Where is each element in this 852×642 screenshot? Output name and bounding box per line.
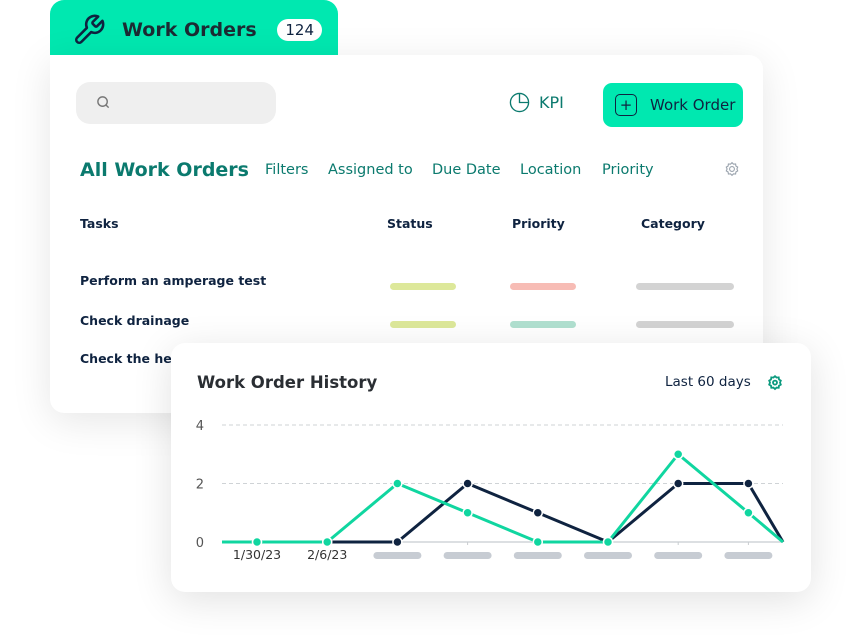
filter-filters[interactable]: Filters [265, 162, 308, 178]
x-tick-placeholder [373, 552, 422, 559]
data-point-navy [743, 478, 754, 489]
x-tick-label: 1/30/23 [233, 547, 281, 562]
filter-priority[interactable]: Priority [602, 162, 654, 178]
plus-icon: + [615, 94, 637, 116]
task-name: Check the hea [80, 351, 181, 366]
section-title: All Work Orders [80, 159, 249, 181]
series-line-navy [222, 482, 785, 544]
data-point-green [251, 536, 263, 548]
x-tick-placeholder [584, 552, 632, 559]
data-point-green [321, 536, 333, 548]
filter-location[interactable]: Location [520, 162, 581, 178]
category-placeholder [636, 283, 734, 290]
search-icon [97, 96, 110, 109]
kpi-button[interactable]: KPI [509, 92, 564, 113]
y-tick-label: 4 [196, 419, 204, 434]
data-point-green [392, 478, 403, 489]
data-point-green [532, 536, 544, 548]
data-point-navy [462, 478, 473, 489]
category-placeholder [636, 321, 734, 328]
x-tick-placeholder [513, 552, 562, 559]
filter-assigned-to[interactable]: Assigned to [328, 162, 413, 178]
work-orders-tab[interactable]: Work Orders 124 [50, 0, 338, 60]
column-header-category[interactable]: Category [641, 216, 705, 231]
add-work-order-button[interactable]: + Work Order [603, 83, 743, 127]
y-tick-label: 0 [196, 536, 204, 551]
x-tick-placeholder [654, 552, 703, 559]
status-placeholder [390, 283, 456, 290]
column-header-tasks[interactable]: Tasks [80, 216, 119, 231]
data-point-green [462, 507, 473, 518]
column-header-status[interactable]: Status [387, 216, 433, 231]
task-name: Perform an amperage test [80, 273, 267, 288]
status-placeholder [390, 321, 456, 328]
x-tick-placeholder [443, 552, 492, 559]
add-work-order-label: Work Order [650, 96, 736, 114]
data-point-green [672, 449, 684, 460]
data-point-navy [392, 536, 403, 548]
x-tick-placeholder [724, 552, 773, 559]
line-chart: 0 2 4 1/30/23 2/6/23 [196, 419, 785, 562]
wrench-icon [75, 14, 105, 44]
work-order-history-card: Work Order History Last 60 days 0 2 4 1/30/… [171, 343, 811, 592]
pie-chart-icon [509, 92, 530, 113]
kpi-label: KPI [539, 93, 564, 112]
data-point-green [602, 536, 614, 548]
y-tick-label: 2 [196, 478, 204, 493]
data-point-green [743, 507, 754, 518]
task-name: Check drainage [80, 313, 190, 328]
count-badge: 124 [277, 19, 322, 41]
filter-due-date[interactable]: Due Date [432, 162, 501, 178]
x-tick-label: 2/6/23 [307, 547, 347, 562]
priority-placeholder [510, 283, 576, 290]
data-point-navy [532, 507, 544, 518]
settings-gear-icon[interactable] [724, 161, 740, 177]
search-input[interactable] [76, 82, 276, 124]
column-header-priority[interactable]: Priority [512, 216, 565, 231]
data-point-navy [672, 478, 684, 489]
priority-placeholder [510, 321, 576, 328]
page-title: Work Orders [122, 19, 257, 41]
